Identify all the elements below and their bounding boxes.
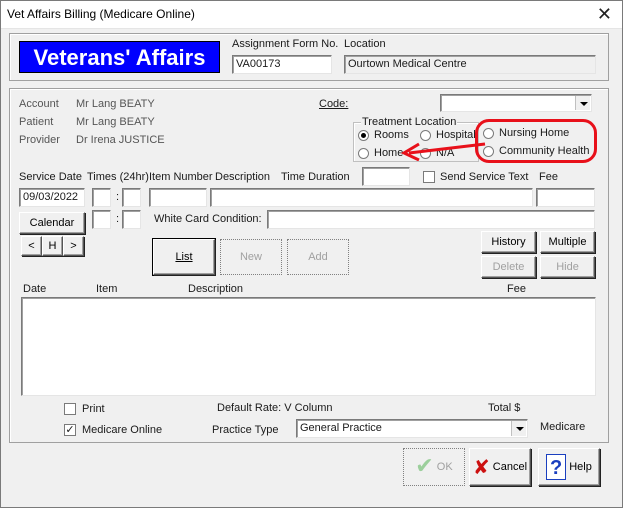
- account-label: Account: [19, 98, 59, 110]
- grid-header-item: Item: [96, 283, 118, 295]
- end-hour-input[interactable]: [92, 210, 111, 229]
- time-duration-input[interactable]: [362, 167, 410, 186]
- code-label: Code:: [319, 98, 349, 110]
- description-input[interactable]: [210, 188, 533, 207]
- item-number-input[interactable]: [149, 188, 207, 207]
- next-date-button[interactable]: >: [63, 236, 84, 256]
- assignment-form-label: Assignment Form No.: [232, 38, 339, 50]
- code-dropdown[interactable]: [440, 94, 592, 112]
- provider-value: Dr Irena JUSTICE: [76, 134, 165, 146]
- multiple-button[interactable]: Multiple: [540, 231, 595, 253]
- billing-items-list[interactable]: [21, 297, 596, 396]
- help-label: Help: [569, 461, 592, 474]
- window-title: Vet Affairs Billing (Medicare Online): [7, 7, 195, 21]
- cancel-button[interactable]: ✘ Cancel: [469, 448, 531, 486]
- send-service-text-label: Send Service Text: [440, 171, 529, 183]
- add-button[interactable]: Add: [287, 239, 349, 275]
- medicare-online-label: Medicare Online: [82, 424, 163, 436]
- veterans-affairs-banner: Veterans' Affairs: [19, 41, 220, 73]
- list-button[interactable]: List: [153, 239, 215, 275]
- assignment-form-input[interactable]: VA00173: [232, 55, 332, 74]
- default-rate-label: Default Rate: V Column: [217, 402, 333, 414]
- patient-value: Mr Lang BEATY: [76, 116, 155, 128]
- list-button-label: List: [175, 251, 193, 263]
- medicare-label: Medicare: [540, 421, 586, 433]
- annotation-arrow-icon: [400, 142, 486, 161]
- radio-home[interactable]: [358, 148, 369, 159]
- annotation-highlight-box: [475, 119, 597, 163]
- total-label: Total $: [488, 402, 521, 414]
- practice-type-label: Practice Type: [212, 424, 279, 436]
- delete-button[interactable]: Delete: [481, 256, 536, 278]
- start-hour-input[interactable]: [92, 188, 111, 207]
- service-date-label: Service Date: [19, 171, 82, 183]
- checkmark-icon: ✔: [415, 454, 434, 480]
- service-date-input[interactable]: 09/03/2022: [19, 188, 85, 207]
- patient-label: Patient: [19, 116, 54, 128]
- title-bar: Vet Affairs Billing (Medicare Online) ✕: [1, 1, 622, 29]
- medicare-online-checkbox[interactable]: ✓: [64, 424, 76, 436]
- grid-header-date: Date: [23, 283, 47, 295]
- grid-header-description: Description: [188, 283, 244, 295]
- location-label: Location: [344, 38, 386, 50]
- radio-rooms[interactable]: [358, 130, 369, 141]
- time-colon: :: [116, 191, 120, 203]
- end-minute-input[interactable]: [122, 210, 141, 229]
- chevron-down-icon[interactable]: [511, 421, 526, 436]
- provider-label: Provider: [19, 134, 60, 146]
- start-minute-input[interactable]: [122, 188, 141, 207]
- print-checkbox[interactable]: [64, 403, 76, 415]
- ok-button[interactable]: ✔ OK: [403, 448, 465, 486]
- calendar-button[interactable]: Calendar: [19, 212, 85, 234]
- time-duration-label: Time Duration: [281, 171, 350, 183]
- times-label: Times (24hr): [87, 171, 149, 183]
- help-question-icon: ?: [546, 454, 567, 481]
- description-label: Description: [215, 171, 271, 183]
- practice-type-value: General Practice: [300, 422, 382, 434]
- history-button[interactable]: History: [481, 231, 536, 253]
- account-value: Mr Lang BEATY: [76, 98, 155, 110]
- vet-affairs-billing-window: Vet Affairs Billing (Medicare Online) ✕ …: [0, 0, 623, 508]
- new-button[interactable]: New: [220, 239, 282, 275]
- help-button[interactable]: ? Help: [538, 448, 600, 486]
- item-number-label: Item Number: [149, 171, 213, 183]
- ok-label: OK: [436, 461, 453, 474]
- practice-type-dropdown[interactable]: General Practice: [296, 419, 528, 438]
- chevron-down-icon[interactable]: [575, 96, 590, 110]
- fee-label: Fee: [539, 171, 558, 183]
- cancel-label: Cancel: [492, 461, 528, 474]
- print-label: Print: [82, 403, 105, 415]
- close-icon[interactable]: ✕: [597, 4, 612, 25]
- treatment-location-title: Treatment Location: [361, 116, 458, 128]
- hide-button[interactable]: Hide: [540, 256, 595, 278]
- white-card-condition-label: White Card Condition:: [154, 213, 262, 225]
- fee-input[interactable]: [536, 188, 595, 207]
- white-card-condition-input[interactable]: [267, 210, 595, 229]
- cancel-x-icon: ✘: [472, 455, 490, 480]
- send-service-text-checkbox[interactable]: [423, 171, 435, 183]
- prev-date-button[interactable]: <: [21, 236, 42, 256]
- location-field: Ourtown Medical Centre: [344, 55, 596, 74]
- grid-header-fee: Fee: [507, 283, 526, 295]
- time-colon-2: :: [116, 213, 120, 225]
- today-button[interactable]: H: [42, 236, 63, 256]
